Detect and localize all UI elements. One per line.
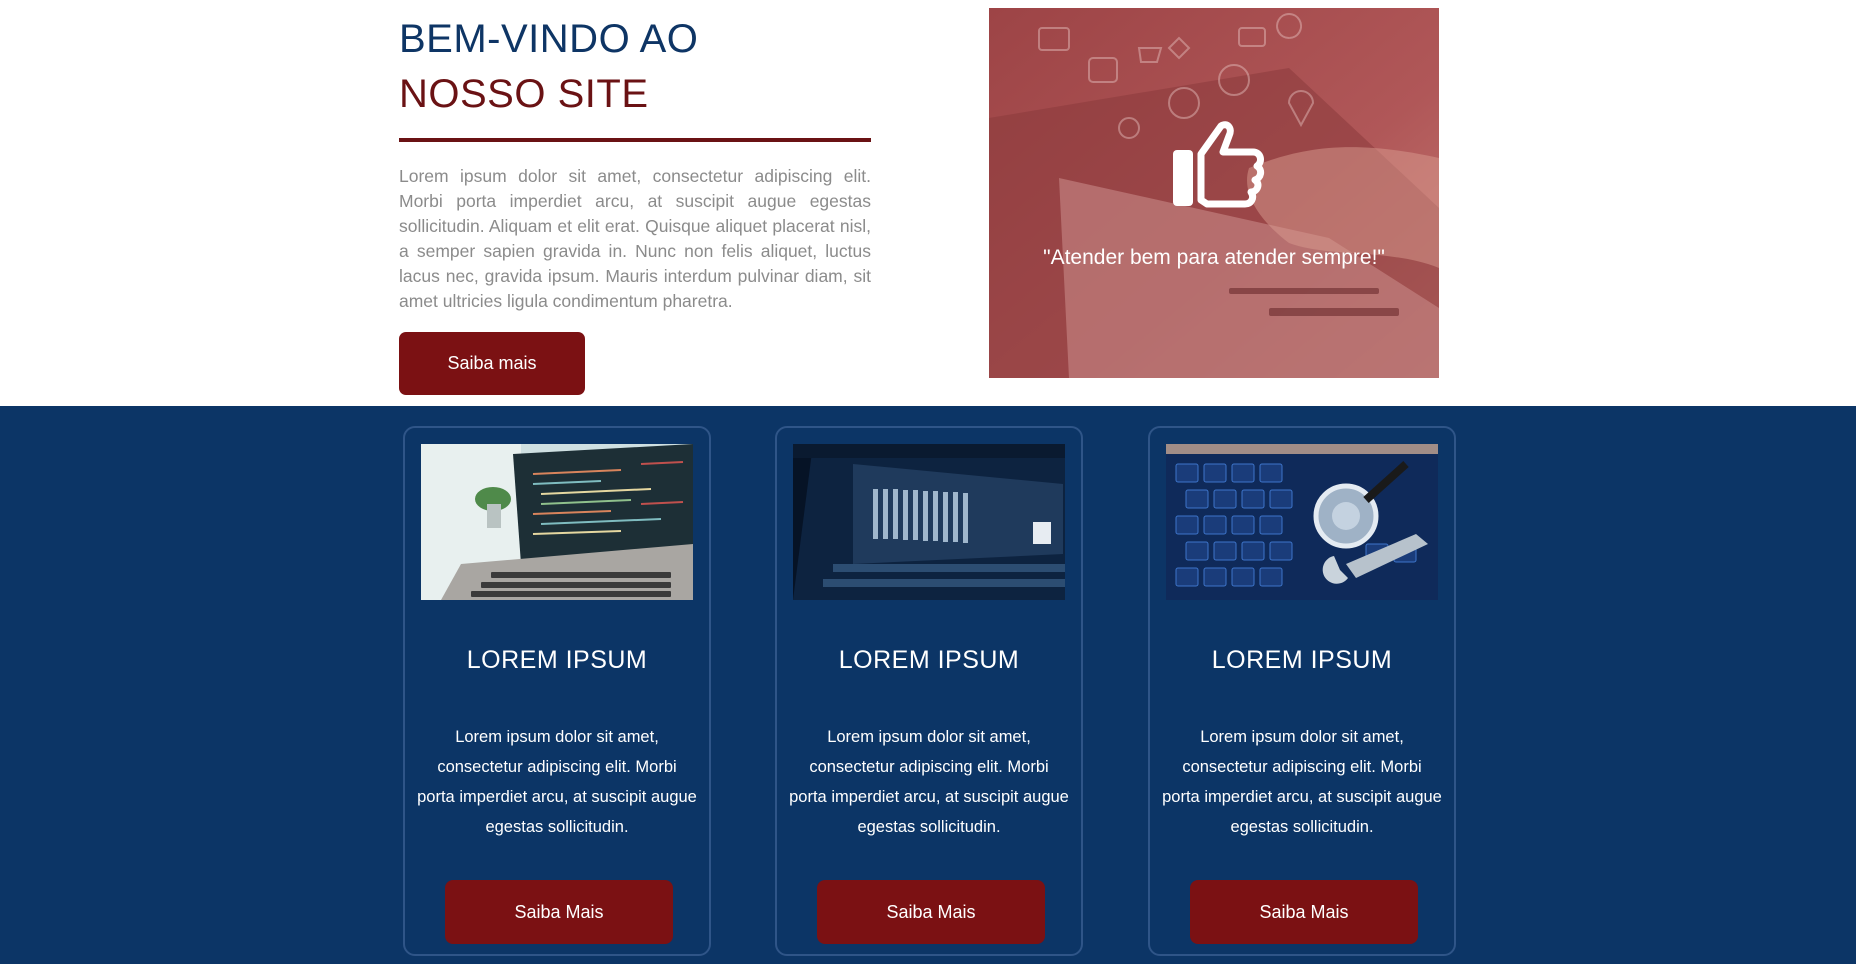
- service-card: LOREM IPSUM Lorem ipsum dolor sit amet, …: [1148, 426, 1456, 956]
- laptop-code-photo: [421, 444, 693, 600]
- hero-section: BEM-VINDO AO NOSSO SITE Lorem ipsum dolo…: [0, 0, 1856, 406]
- thumbs-up-icon: [1173, 121, 1265, 208]
- card-text: Lorem ipsum dolor sit amet, consectetur …: [417, 728, 697, 836]
- card-text: Lorem ipsum dolor sit amet, consectetur …: [1162, 728, 1442, 836]
- hero-title-line2: NOSSO SITE: [399, 72, 649, 116]
- service-card: LOREM IPSUM Lorem ipsum dolor sit amet, …: [403, 426, 711, 956]
- card-title: LOREM IPSUM: [1211, 646, 1393, 674]
- saiba-mais-button[interactable]: Saiba mais: [399, 332, 585, 395]
- keyboard-stethoscope-photo: [1166, 444, 1438, 600]
- hero-content: BEM-VINDO AO NOSSO SITE Lorem ipsum dolo…: [399, 0, 871, 395]
- card-title: LOREM IPSUM: [838, 646, 1020, 674]
- card-saiba-mais-button[interactable]: Saiba Mais: [445, 880, 673, 944]
- card-saiba-mais-button[interactable]: Saiba Mais: [817, 880, 1045, 944]
- services-section: LOREM IPSUM Lorem ipsum dolor sit amet, …: [0, 406, 1856, 964]
- card-saiba-mais-button[interactable]: Saiba Mais: [1190, 880, 1418, 944]
- hero-title: BEM-VINDO AO NOSSO SITE: [399, 0, 871, 122]
- server-rack-photo: [793, 444, 1065, 600]
- hero-quote: "Atender bem para atender sempre!": [1043, 246, 1385, 269]
- card-text: Lorem ipsum dolor sit amet, consectetur …: [789, 728, 1069, 836]
- hero-paragraph: Lorem ipsum dolor sit amet, consectetur …: [399, 166, 871, 311]
- hero-image: "Atender bem para atender sempre!": [989, 8, 1439, 378]
- card-title: LOREM IPSUM: [466, 646, 648, 674]
- hero-title-line1: BEM-VINDO AO: [399, 17, 699, 61]
- title-divider: [399, 138, 871, 142]
- service-card: LOREM IPSUM Lorem ipsum dolor sit amet, …: [775, 426, 1083, 956]
